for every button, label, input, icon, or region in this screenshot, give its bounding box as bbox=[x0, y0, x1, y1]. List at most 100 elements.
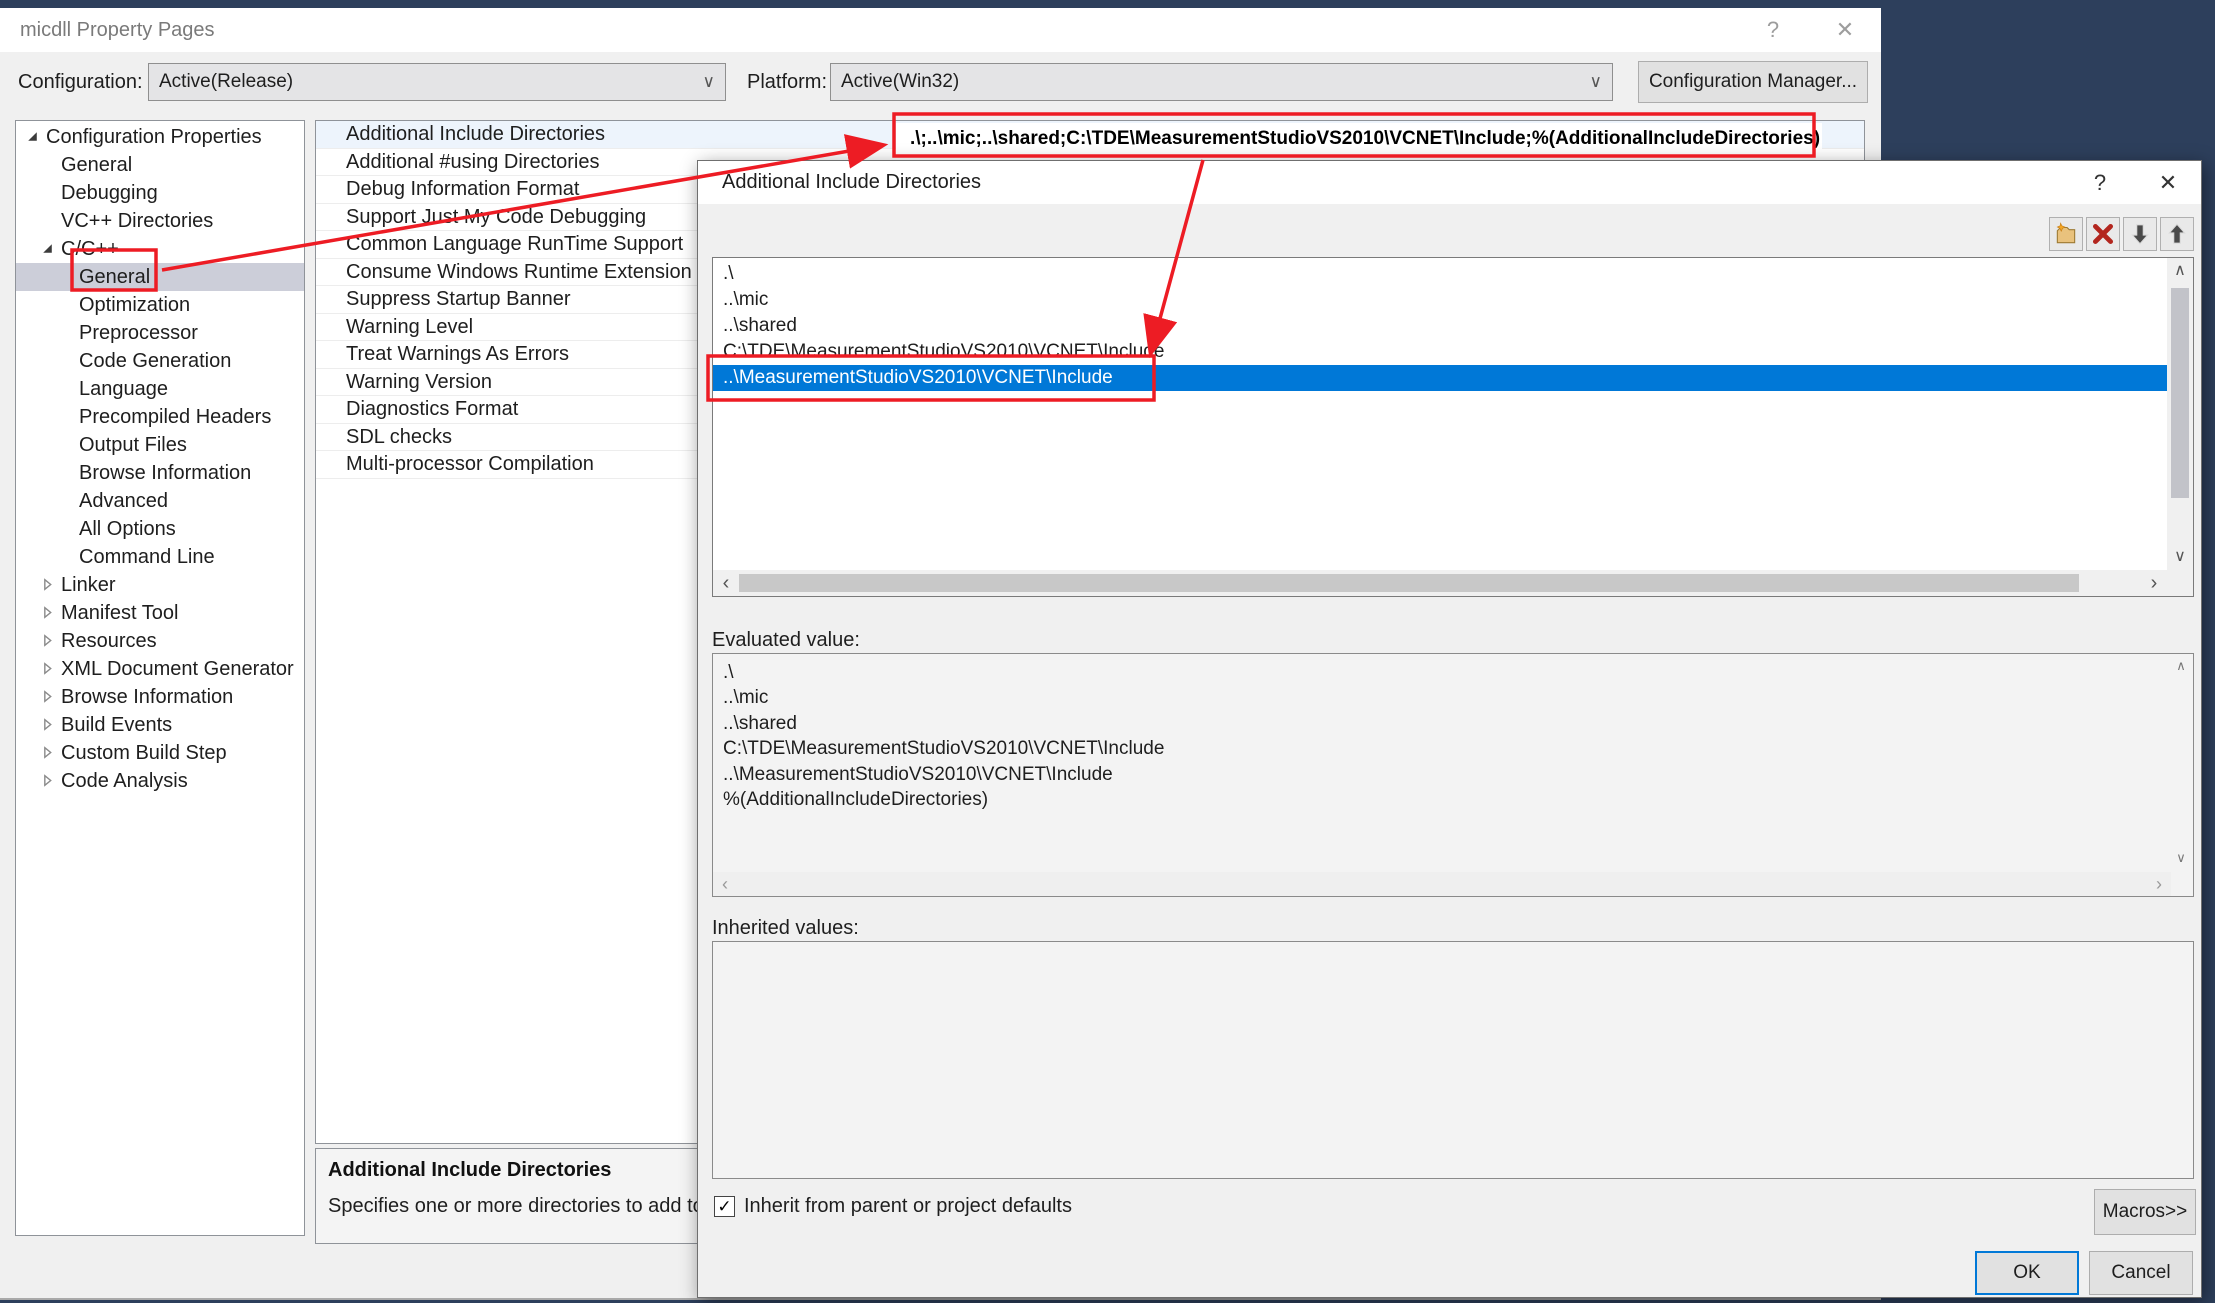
tree-item-configuration-properties[interactable]: Configuration Properties bbox=[16, 123, 304, 151]
evaluated-value-line: .\ bbox=[713, 660, 2169, 685]
ok-button[interactable]: OK bbox=[1975, 1251, 2079, 1295]
expand-icon[interactable] bbox=[39, 628, 55, 656]
description-title: Additional Include Directories bbox=[328, 1159, 611, 1182]
collapse-icon[interactable] bbox=[39, 236, 55, 264]
expand-icon[interactable] bbox=[39, 740, 55, 768]
horizontal-scrollbar[interactable]: ‹ › bbox=[713, 570, 2167, 596]
additional-include-directories-dialog: Additional Include Directories ? ✕ .\..\… bbox=[697, 160, 2202, 1298]
cancel-button[interactable]: Cancel bbox=[2089, 1251, 2193, 1295]
help-icon[interactable]: ? bbox=[1750, 8, 1796, 52]
tree-item-label: XML Document Generator bbox=[61, 658, 294, 680]
tree-item-label: Code Generation bbox=[79, 350, 231, 372]
include-directories-list: .\..\mic..\sharedC:\TDE\MeasurementStudi… bbox=[712, 257, 2194, 597]
tree-item-optimization[interactable]: Optimization bbox=[16, 291, 304, 319]
tree-item-build-events[interactable]: Build Events bbox=[16, 711, 304, 739]
tree-item-label: Resources bbox=[61, 630, 157, 652]
tree-item-label: General bbox=[79, 266, 150, 288]
expand-icon[interactable] bbox=[39, 684, 55, 712]
close-icon[interactable]: ✕ bbox=[1822, 8, 1868, 52]
screen: micdll Property Pages ? ✕ Configuration:… bbox=[0, 0, 2215, 1303]
tree-item-all-options[interactable]: All Options bbox=[16, 515, 304, 543]
tree-item-output-files[interactable]: Output Files bbox=[16, 431, 304, 459]
move-up-button[interactable] bbox=[2160, 217, 2194, 251]
tree-item-general[interactable]: General bbox=[16, 263, 304, 291]
platform-dropdown[interactable]: Active(Win32) ∨ bbox=[830, 63, 1613, 101]
expand-icon[interactable] bbox=[39, 600, 55, 628]
additional-include-directories-value[interactable]: .\;..\mic;..\shared;C:\TDE\MeasurementSt… bbox=[896, 123, 1822, 155]
scroll-right-icon[interactable]: › bbox=[2141, 570, 2167, 596]
tree-item-code-analysis[interactable]: Code Analysis bbox=[16, 767, 304, 795]
configuration-label: Configuration: bbox=[18, 62, 143, 102]
scroll-up-icon[interactable]: ∧ bbox=[2167, 258, 2193, 284]
configuration-dropdown[interactable]: Active(Release) ∨ bbox=[148, 63, 726, 101]
tree-item-precompiled-headers[interactable]: Precompiled Headers bbox=[16, 403, 304, 431]
move-up-icon bbox=[2161, 221, 2193, 247]
include-dir-item[interactable]: C:\TDE\MeasurementStudioVS2010\VCNET\Inc… bbox=[713, 339, 2167, 365]
tree-item-general[interactable]: General bbox=[16, 151, 304, 179]
dialog-titlebar: Additional Include Directories ? ✕ bbox=[698, 161, 2201, 204]
tree-item-label: C/C++ bbox=[61, 238, 119, 260]
tree-item-label: Manifest Tool bbox=[61, 602, 178, 624]
move-down-button[interactable] bbox=[2123, 217, 2157, 251]
inherit-checkbox[interactable]: ✓ bbox=[714, 1196, 735, 1217]
tree-item-resources[interactable]: Resources bbox=[16, 627, 304, 655]
vertical-scrollbar[interactable]: ∧ ∨ bbox=[2167, 258, 2193, 570]
inherited-values-box bbox=[712, 941, 2194, 1179]
tree-item-label: Debugging bbox=[61, 182, 158, 204]
include-dir-item[interactable]: ..\mic bbox=[713, 287, 2167, 313]
new-line-icon bbox=[2050, 221, 2082, 247]
scroll-right-icon[interactable]: › bbox=[2147, 872, 2171, 896]
platform-label: Platform: bbox=[747, 62, 827, 102]
scroll-left-icon[interactable]: ‹ bbox=[713, 872, 737, 896]
tree-item-manifest-tool[interactable]: Manifest Tool bbox=[16, 599, 304, 627]
collapse-icon[interactable] bbox=[24, 124, 40, 152]
close-icon[interactable]: ✕ bbox=[2146, 161, 2190, 204]
tree-item-advanced[interactable]: Advanced bbox=[16, 487, 304, 515]
tree-item-label: Configuration Properties bbox=[46, 126, 262, 148]
include-dir-item[interactable]: .\ bbox=[713, 261, 2167, 287]
tree-item-command-line[interactable]: Command Line bbox=[16, 543, 304, 571]
configuration-manager-button[interactable]: Configuration Manager... bbox=[1638, 61, 1868, 103]
tree-item-label: Preprocessor bbox=[79, 322, 198, 344]
expand-icon[interactable] bbox=[39, 572, 55, 600]
tree-item-browse-information[interactable]: Browse Information bbox=[16, 459, 304, 487]
tree-item-vc-directories[interactable]: VC++ Directories bbox=[16, 207, 304, 235]
delete-button[interactable] bbox=[2086, 217, 2120, 251]
tree-item-custom-build-step[interactable]: Custom Build Step bbox=[16, 739, 304, 767]
include-dir-item[interactable]: ..\MeasurementStudioVS2010\VCNET\Include bbox=[713, 365, 2167, 391]
scroll-up-icon[interactable]: ∧ bbox=[2171, 656, 2191, 676]
evaluated-value-line: %(AdditionalIncludeDirectories) bbox=[713, 787, 2169, 812]
horizontal-scrollbar[interactable]: ‹ › bbox=[713, 872, 2171, 896]
configuration-value: Active(Release) bbox=[159, 64, 293, 100]
tree-item-browse-information[interactable]: Browse Information bbox=[16, 683, 304, 711]
tree-item-preprocessor[interactable]: Preprocessor bbox=[16, 319, 304, 347]
expand-icon[interactable] bbox=[39, 656, 55, 684]
tree-item-xml-document-generator[interactable]: XML Document Generator bbox=[16, 655, 304, 683]
tree-item-debugging[interactable]: Debugging bbox=[16, 179, 304, 207]
expand-icon[interactable] bbox=[39, 768, 55, 796]
scrollbar-thumb[interactable] bbox=[2171, 288, 2189, 498]
evaluated-value-box: .\..\mic..\sharedC:\TDE\MeasurementStudi… bbox=[712, 653, 2194, 897]
help-icon[interactable]: ? bbox=[2078, 161, 2122, 204]
dialog-title: Additional Include Directories bbox=[722, 161, 981, 204]
tree-item-label: Optimization bbox=[79, 294, 190, 316]
scroll-down-icon[interactable]: ∨ bbox=[2167, 544, 2193, 570]
scroll-down-icon[interactable]: ∨ bbox=[2171, 848, 2191, 868]
tree-item-c-c[interactable]: C/C++ bbox=[16, 235, 304, 263]
tree-item-label: Output Files bbox=[79, 434, 187, 456]
tree-item-language[interactable]: Language bbox=[16, 375, 304, 403]
window-title: micdll Property Pages bbox=[20, 8, 215, 52]
tree-item-code-generation[interactable]: Code Generation bbox=[16, 347, 304, 375]
include-dir-item[interactable]: ..\shared bbox=[713, 313, 2167, 339]
config-tree: Configuration Properties General Debugging… bbox=[15, 120, 305, 1236]
tree-item-label: Command Line bbox=[79, 546, 215, 568]
scrollbar-thumb[interactable] bbox=[739, 574, 2079, 592]
tree-item-linker[interactable]: Linker bbox=[16, 571, 304, 599]
evaluated-value-line: ..\mic bbox=[713, 685, 2169, 710]
scroll-left-icon[interactable]: ‹ bbox=[713, 570, 739, 596]
macros-button[interactable]: Macros>> bbox=[2094, 1189, 2196, 1235]
new-line-button[interactable] bbox=[2049, 217, 2083, 251]
expand-icon[interactable] bbox=[39, 712, 55, 740]
scrollbar-corner bbox=[2167, 570, 2193, 596]
inherit-checkbox-label[interactable]: Inherit from parent or project defaults bbox=[744, 1194, 1072, 1218]
